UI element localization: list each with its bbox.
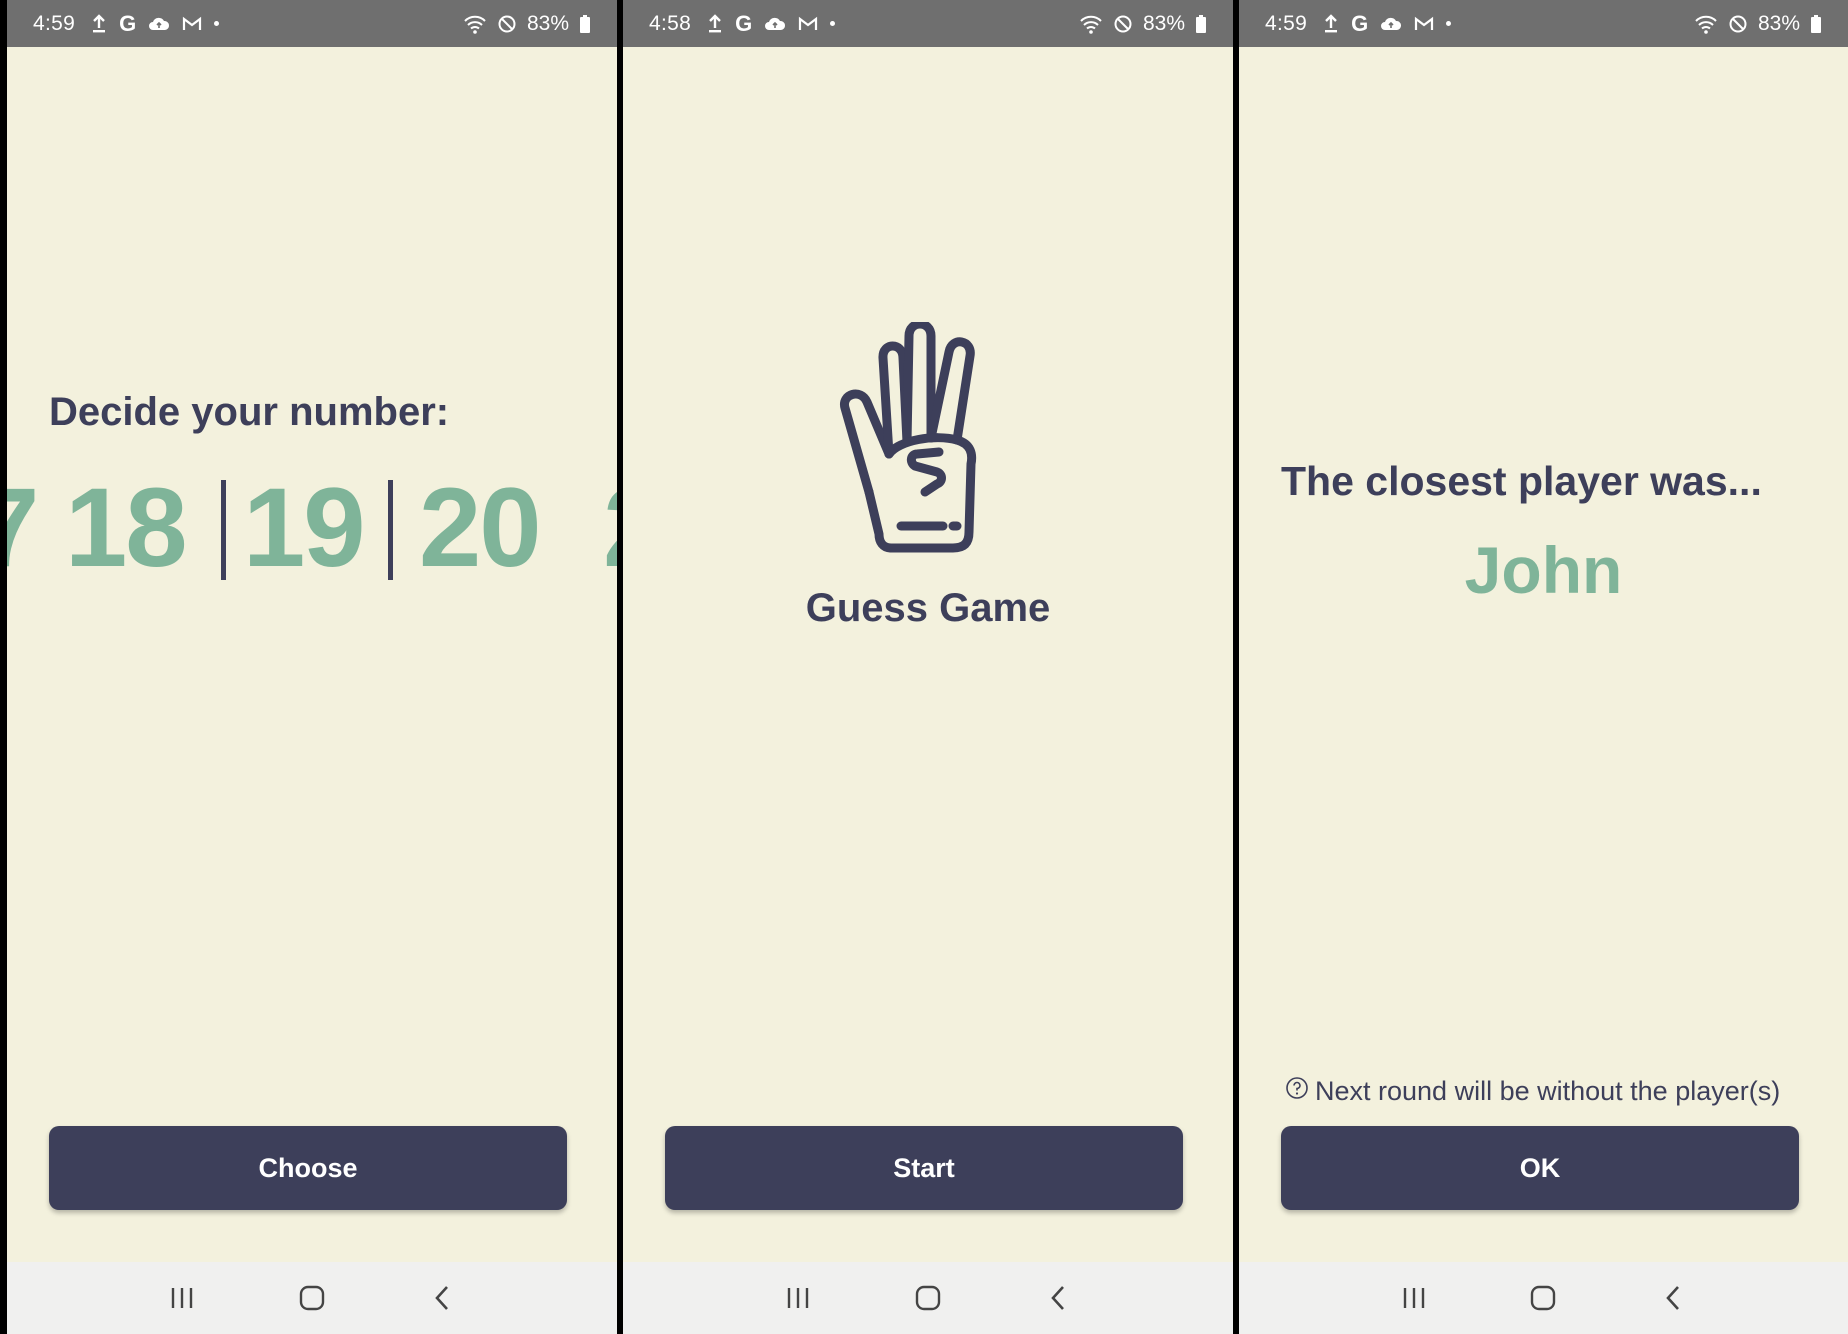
google-icon: G: [119, 10, 137, 36]
battery-icon: [1195, 13, 1207, 35]
gmail-icon: [798, 13, 818, 35]
winner-name: John: [1464, 533, 1623, 607]
cloud-icon: [1380, 13, 1402, 35]
notification-dot-icon: [214, 13, 220, 35]
app-title: Guess Game: [805, 586, 1051, 630]
status-bar: 4:59 G 83%: [1239, 0, 1848, 47]
number-selection-divider: [388, 480, 393, 580]
choose-number-screen: 4:59 G 83% Decide your number: 7 18 19 2…: [7, 0, 617, 1334]
cloud-icon: [764, 13, 786, 35]
question-circle-icon: [1285, 1076, 1309, 1107]
status-time: 4:59: [1265, 11, 1308, 35]
cloud-icon: [148, 13, 170, 35]
battery-icon: [1810, 13, 1822, 35]
gmail-icon: [182, 13, 202, 35]
hint-text: Next round will be without the player(s): [1315, 1076, 1781, 1106]
google-icon: G: [735, 10, 753, 36]
upload-icon: [707, 13, 723, 35]
notification-dot-icon: [1446, 13, 1452, 35]
start-button[interactable]: Start: [665, 1126, 1183, 1210]
battery-icon: [579, 13, 591, 35]
wifi-icon: [463, 13, 487, 35]
home-icon[interactable]: [282, 1278, 342, 1318]
do-not-disturb-icon: [1728, 13, 1748, 35]
number-option-selected[interactable]: 19: [243, 468, 366, 588]
status-time: 4:59: [33, 11, 76, 35]
hand-three-fingers-icon: [839, 319, 989, 558]
navigation-bar: [623, 1262, 1233, 1334]
home-icon[interactable]: [1513, 1278, 1573, 1318]
status-bar: 4:59 G 83%: [7, 0, 617, 47]
do-not-disturb-icon: [1113, 13, 1133, 35]
recents-icon[interactable]: [1384, 1278, 1444, 1318]
recents-icon[interactable]: [768, 1278, 828, 1318]
home-icon[interactable]: [898, 1278, 958, 1318]
upload-icon: [1323, 13, 1339, 35]
decide-number-heading: Decide your number:: [49, 390, 450, 434]
choose-button[interactable]: Choose: [49, 1126, 567, 1210]
back-icon[interactable]: [412, 1278, 472, 1318]
do-not-disturb-icon: [497, 13, 517, 35]
battery-percent: 83%: [1757, 11, 1800, 35]
back-icon[interactable]: [1643, 1278, 1703, 1318]
navigation-bar: [7, 1262, 617, 1334]
next-round-hint: Next round will be without the player(s): [1285, 1076, 1780, 1107]
gmail-icon: [1414, 13, 1434, 35]
wifi-icon: [1694, 13, 1718, 35]
google-icon: G: [1351, 10, 1369, 36]
recents-icon[interactable]: [152, 1278, 212, 1318]
back-icon[interactable]: [1028, 1278, 1088, 1318]
status-bar: 4:58 G 83%: [623, 0, 1233, 47]
start-screen: 4:58 G 83% Guess Game Start: [623, 0, 1233, 1334]
number-selection-divider: [221, 480, 226, 580]
navigation-bar: [1239, 1262, 1848, 1334]
closest-player-heading: The closest player was...: [1281, 458, 1762, 504]
number-option[interactable]: 2: [603, 468, 617, 588]
battery-percent: 83%: [526, 11, 569, 35]
number-option[interactable]: 20: [419, 468, 542, 588]
number-picker[interactable]: 7 18 19 20 2: [7, 468, 617, 588]
wifi-icon: [1079, 13, 1103, 35]
ok-button[interactable]: OK: [1281, 1126, 1799, 1210]
upload-icon: [91, 13, 107, 35]
result-screen: 4:59 G 83% The closest player was... Joh…: [1239, 0, 1848, 1334]
number-option[interactable]: 18: [65, 468, 188, 588]
notification-dot-icon: [830, 13, 836, 35]
battery-percent: 83%: [1142, 11, 1185, 35]
screenshot-collage: 4:59 G 83% Decide your number: 7 18 19 2…: [0, 0, 1848, 1334]
status-time: 4:58: [649, 11, 692, 35]
number-option[interactable]: 7: [7, 468, 39, 588]
